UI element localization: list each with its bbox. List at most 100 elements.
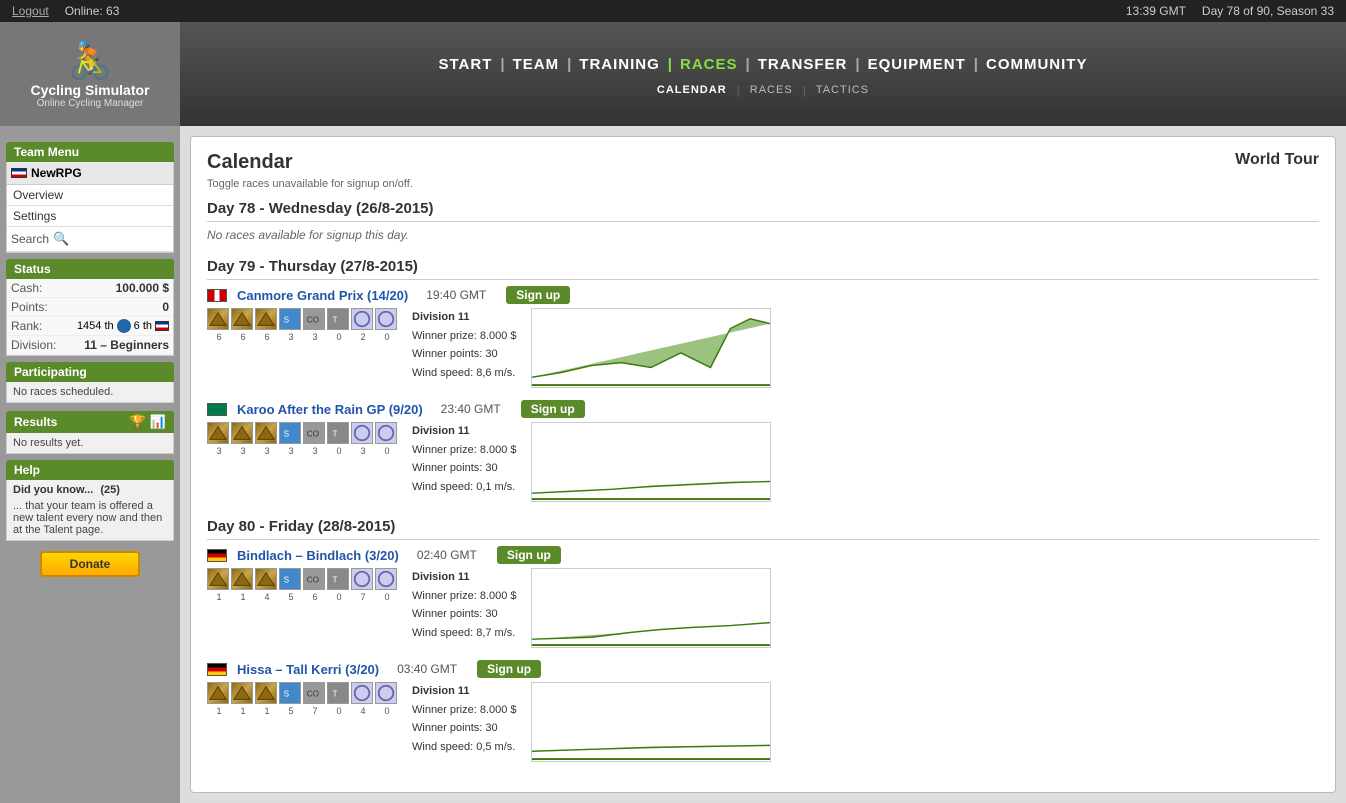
stage-icon-c1: CO (303, 308, 325, 330)
main-nav: START | TEAM | TRAINING | RACES | TRANSF… (180, 56, 1346, 79)
race-time-karoo: 23:40 GMT (441, 402, 501, 416)
results-text: No results yet. (13, 437, 83, 449)
race-flag-ca (207, 289, 227, 302)
subnav-races[interactable]: RACES (740, 84, 803, 96)
svg-text:S: S (284, 430, 290, 439)
race-hissa-chart (531, 682, 771, 762)
day-header-79: Day 79 - Thursday (27/8-2015) (207, 258, 1319, 280)
race-time-canmore: 19:40 GMT (426, 288, 486, 302)
page-title: Calendar (207, 151, 293, 174)
stage-icon-tt1: T (327, 308, 349, 330)
hissa-icon-c1: CO (303, 682, 325, 704)
day-section-78: Day 78 - Wednesday (26/8-2015) No races … (207, 200, 1319, 242)
signup-hissa[interactable]: Sign up (477, 660, 541, 678)
rank-label: Rank: (11, 319, 42, 333)
topbar: Logout Online: 63 13:39 GMT Day 78 of 90… (0, 0, 1346, 22)
canmore-points: Winner points: 30 (412, 345, 517, 364)
bindlach-points: Winner points: 30 (412, 605, 517, 624)
current-time: 13:39 GMT (1126, 4, 1186, 18)
karoo-icon-c3 (375, 422, 397, 444)
race-bindlach-info: Division 11 Winner prize: 8.000 $ Winner… (412, 568, 517, 643)
day-header-80: Day 80 - Friday (28/8-2015) (207, 518, 1319, 540)
nav-training[interactable]: TRAINING (579, 56, 660, 73)
svg-text:S: S (284, 316, 290, 325)
logout-link[interactable]: Logout (12, 4, 49, 18)
nav-transfer[interactable]: TRANSFER (758, 56, 848, 73)
division-row: Division: 11 – Beginners (7, 336, 173, 355)
race-name-bindlach[interactable]: Bindlach – Bindlach (3/20) (237, 548, 399, 563)
race-hissa-icon-nums: 11157040 (207, 706, 398, 716)
race-bindlach-icon-row: S CO T (207, 568, 398, 590)
nav-races[interactable]: RACES (680, 56, 738, 73)
world-tour-label: World Tour (1235, 151, 1319, 169)
donate-button[interactable]: Donate (40, 551, 140, 577)
participating-header: Participating (6, 362, 174, 382)
hissa-points: Winner points: 30 (412, 719, 517, 738)
signup-bindlach[interactable]: Sign up (497, 546, 561, 564)
team-name: NewRPG (31, 166, 82, 180)
canmore-division: Division 11 (412, 308, 517, 327)
karoo-division: Division 11 (412, 422, 517, 441)
results-label: Results (14, 415, 57, 429)
help-title: Did you know... (25) (13, 484, 167, 496)
race-canmore-icons: S CO T 66633020 (207, 308, 398, 342)
help-text: ... that your team is offered a new tale… (13, 500, 167, 536)
overview-menu-item[interactable]: Overview (7, 185, 173, 206)
signup-karoo[interactable]: Sign up (521, 400, 585, 418)
race-bindlach-icons: S CO T 11456070 (207, 568, 398, 602)
nav-community[interactable]: COMMUNITY (986, 56, 1088, 73)
svg-text:T: T (333, 430, 338, 439)
race-flag-za (207, 403, 227, 416)
toggle-text[interactable]: Toggle races unavailable for signup on/o… (207, 178, 1319, 190)
svg-text:T: T (333, 316, 338, 325)
subnav-tactics[interactable]: TACTICS (806, 84, 879, 96)
bindlach-wind: Wind speed: 8,7 m/s. (412, 624, 517, 643)
team-flag (11, 168, 27, 178)
race-karoo-header: Karoo After the Rain GP (9/20) 23:40 GMT… (207, 400, 1319, 418)
race-time-bindlach: 02:40 GMT (417, 548, 477, 562)
karoo-icon-s1: S (279, 422, 301, 444)
nav-equipment[interactable]: EQUIPMENT (868, 56, 966, 73)
day-header-78: Day 78 - Wednesday (26/8-2015) (207, 200, 1319, 222)
signup-canmore[interactable]: Sign up (506, 286, 570, 304)
help-count: (25) (100, 484, 120, 496)
sidebar: Team Menu NewRPG Overview Settings Searc… (0, 126, 180, 803)
stage-icon-m3 (255, 308, 277, 330)
bindlach-icon-m2 (231, 568, 253, 590)
nav-team[interactable]: TEAM (513, 56, 560, 73)
race-canmore-info: Division 11 Winner prize: 8.000 $ Winner… (412, 308, 517, 383)
race-hissa-info: Division 11 Winner prize: 8.000 $ Winner… (412, 682, 517, 757)
settings-menu-item[interactable]: Settings (7, 206, 173, 227)
bindlach-icon-m1 (207, 568, 229, 590)
race-name-karoo[interactable]: Karoo After the Rain GP (9/20) (237, 402, 423, 417)
layout: Team Menu NewRPG Overview Settings Searc… (0, 126, 1346, 803)
status-content: Cash: 100.000 $ Points: 0 Rank: 1454 th … (6, 279, 174, 356)
race-flag-de2 (207, 663, 227, 676)
race-karoo-icons: S CO T 33333030 (207, 422, 398, 456)
svg-text:CO: CO (307, 690, 319, 699)
main-panel: Calendar World Tour Toggle races unavail… (190, 136, 1336, 793)
globe-badge (117, 319, 131, 333)
race-name-canmore[interactable]: Canmore Grand Prix (14/20) (237, 288, 408, 303)
team-menu-content: NewRPG Overview Settings Search 🔍 (6, 162, 174, 253)
nav-start[interactable]: START (439, 56, 493, 73)
cash-row: Cash: 100.000 $ (7, 279, 173, 298)
subnav-calendar[interactable]: CALENDAR (647, 84, 737, 96)
day-info: Day 78 of 90, Season 33 (1202, 4, 1334, 18)
svg-text:S: S (284, 690, 290, 699)
help-title-text: Did you know... (13, 484, 93, 496)
race-karoo: Karoo After the Rain GP (9/20) 23:40 GMT… (207, 400, 1319, 502)
hissa-icon-c3 (375, 682, 397, 704)
race-canmore-icon-nums: 66633020 (207, 332, 398, 342)
race-bindlach: Bindlach – Bindlach (3/20) 02:40 GMT Sig… (207, 546, 1319, 648)
karoo-icon-tt1: T (327, 422, 349, 444)
search-icon: 🔍 (53, 231, 69, 247)
help-header: Help (6, 460, 174, 480)
race-name-hissa[interactable]: Hissa – Tall Kerri (3/20) (237, 662, 379, 677)
race-bindlach-details: S CO T 11456070 Division 11 (207, 568, 1319, 648)
day-section-79: Day 79 - Thursday (27/8-2015) Canmore Gr… (207, 258, 1319, 502)
stage-icon-s1: S (279, 308, 301, 330)
logo-title: Cycling Simulator (30, 82, 149, 98)
main-content: Calendar World Tour Toggle races unavail… (180, 126, 1346, 803)
bindlach-icon-s1: S (279, 568, 301, 590)
